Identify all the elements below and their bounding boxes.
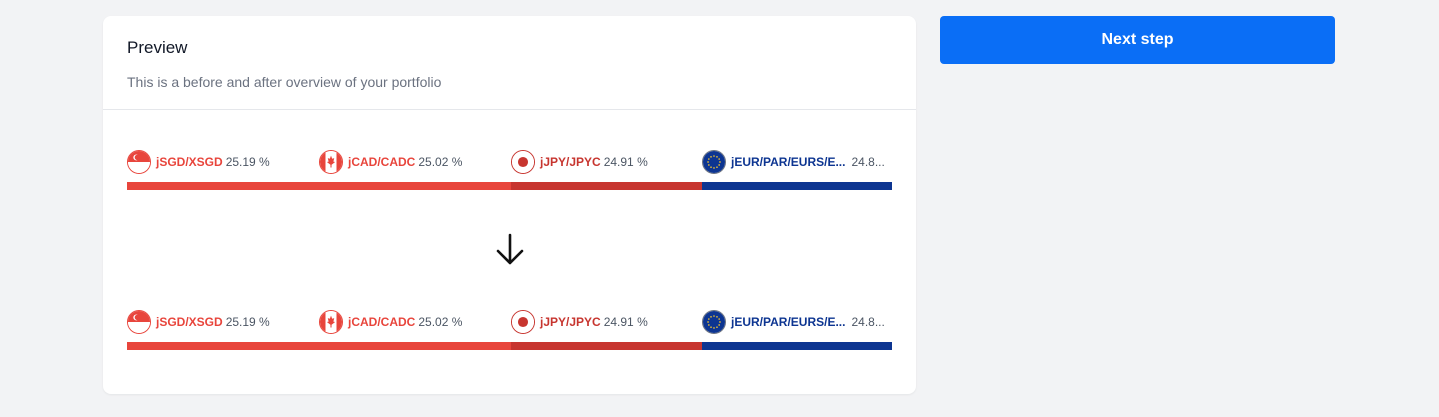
bar-segment-cad [319, 182, 512, 190]
allocation-percent: 25.02 % [418, 315, 463, 329]
canada-flag-icon [319, 150, 343, 174]
allocation-percent: 24.8... [851, 155, 885, 169]
preview-header: Preview This is a before and after overv… [103, 16, 916, 110]
allocation-percent: 25.19 % [225, 315, 270, 329]
allocation-percent: 24.8... [851, 315, 885, 329]
allocation-labels: jSGD/XSGD 25.19 % jCAD/CADC 25.02 % jJPY… [127, 149, 892, 175]
allocation-symbol: jSGD/XSGD [156, 315, 223, 329]
bar-segment-jpy [511, 342, 702, 350]
allocation-symbol: jCAD/CADC [348, 155, 416, 169]
eu-flag-icon [702, 150, 726, 174]
preview-card: Preview This is a before and after overv… [103, 16, 916, 394]
allocation-item-eur: jEUR/PAR/EURS/E... 24.8... [702, 309, 885, 335]
bar-segment-eur [701, 182, 892, 190]
allocation-symbol: jEUR/PAR/EURS/E... [731, 315, 846, 329]
preview-title: Preview [127, 38, 188, 57]
preview-subtitle: This is a before and after overview of y… [127, 74, 442, 90]
allocation-symbol: jJPY/JPYC [540, 315, 601, 329]
bar-segment-sgd [127, 342, 320, 350]
arrow-down-icon [495, 233, 525, 272]
allocation-percent: 25.19 % [225, 155, 270, 169]
japan-flag-icon [511, 150, 535, 174]
allocation-after: jSGD/XSGD 25.19 % jCAD/CADC 25.02 % jJPY… [127, 309, 892, 350]
allocation-item-cad: jCAD/CADC 25.02 % [319, 309, 462, 335]
allocation-percent: 25.02 % [418, 155, 463, 169]
allocation-item-sgd: jSGD/XSGD 25.19 % [127, 149, 270, 175]
allocation-bar [127, 182, 892, 190]
allocation-item-sgd: jSGD/XSGD 25.19 % [127, 309, 270, 335]
allocation-bar [127, 342, 892, 350]
allocation-item-jpy: jJPY/JPYC 24.91 % [511, 309, 648, 335]
allocation-labels: jSGD/XSGD 25.19 % jCAD/CADC 25.02 % jJPY… [127, 309, 892, 335]
allocation-item-jpy: jJPY/JPYC 24.91 % [511, 149, 648, 175]
allocation-percent: 24.91 % [603, 315, 648, 329]
singapore-flag-icon [127, 310, 151, 334]
bar-segment-sgd [127, 182, 320, 190]
eu-flag-icon [702, 310, 726, 334]
allocation-symbol: jEUR/PAR/EURS/E... [731, 155, 846, 169]
singapore-flag-icon [127, 150, 151, 174]
allocation-symbol: jJPY/JPYC [540, 155, 601, 169]
bar-segment-eur [701, 342, 892, 350]
next-step-button[interactable]: Next step [940, 16, 1335, 64]
allocation-before: jSGD/XSGD 25.19 % jCAD/CADC 25.02 % jJPY… [127, 149, 892, 190]
japan-flag-icon [511, 310, 535, 334]
allocation-percent: 24.91 % [603, 155, 648, 169]
bar-segment-cad [319, 342, 512, 350]
bar-segment-jpy [511, 182, 702, 190]
allocation-item-cad: jCAD/CADC 25.02 % [319, 149, 462, 175]
allocation-item-eur: jEUR/PAR/EURS/E... 24.8... [702, 149, 885, 175]
canada-flag-icon [319, 310, 343, 334]
allocation-symbol: jSGD/XSGD [156, 155, 223, 169]
allocation-symbol: jCAD/CADC [348, 315, 416, 329]
